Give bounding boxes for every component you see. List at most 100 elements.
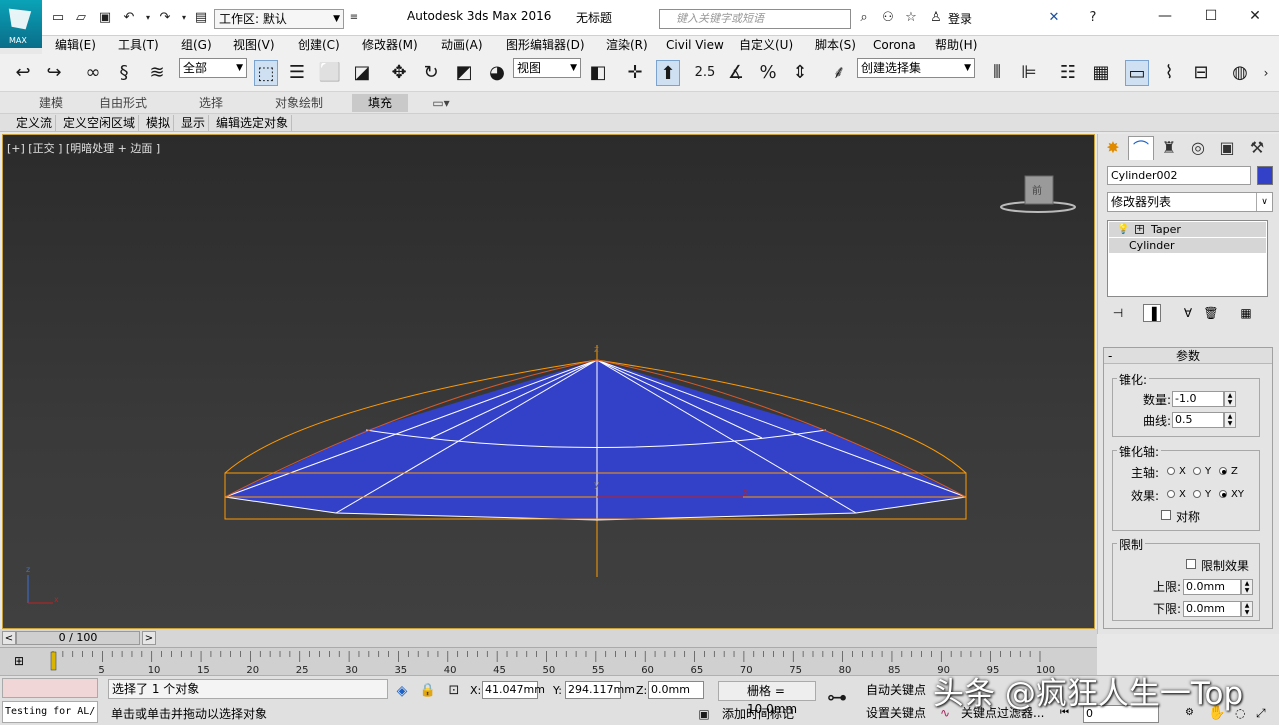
make-unique-icon[interactable]: ∀ — [1179, 304, 1197, 322]
configure-modifier-sets-icon[interactable]: ▦ — [1237, 304, 1255, 322]
effect-x-radio[interactable] — [1167, 490, 1175, 498]
motion-tab-icon[interactable]: ◎ — [1185, 136, 1211, 160]
set-key-button[interactable]: 设置关键点 — [866, 703, 926, 723]
layer-manager-icon[interactable]: ▦ — [1089, 60, 1113, 86]
ribbon-tab-populate[interactable]: 填充 — [352, 94, 408, 112]
auto-key-button[interactable]: 自动关键点 — [866, 680, 926, 700]
user-icon[interactable]: ♙ — [928, 10, 944, 26]
minimize-button[interactable]: — — [1143, 6, 1187, 26]
undo-icon[interactable]: ↶ — [121, 10, 137, 26]
menu-modifiers[interactable]: 修改器(M) — [362, 36, 418, 54]
modifier-list-select[interactable]: 修改器列表 ∨ — [1107, 192, 1273, 212]
menu-graph-editors[interactable]: 图形编辑器(D) — [506, 36, 585, 54]
curve-spinner[interactable]: 0.5 ▲ ▼ — [1172, 412, 1236, 428]
select-and-move-icon[interactable]: ✥ — [387, 60, 411, 86]
stack-item-taper[interactable]: 💡 + Taper — [1109, 222, 1266, 237]
spinner-arrows-icon[interactable]: ▲ ▼ — [1224, 391, 1236, 407]
redo-icon[interactable]: ↪ — [42, 60, 66, 86]
favorites-star-icon[interactable]: ☆ — [903, 10, 919, 26]
spinner-arrows-icon[interactable]: ▲ ▼ — [1241, 579, 1253, 595]
next-frame-arrow-icon[interactable]: > — [142, 631, 156, 645]
help-search-input[interactable]: 键入关键字或短语 — [659, 9, 851, 29]
spinner-arrows-icon[interactable]: ▲ ▼ — [1224, 412, 1236, 428]
viewport-canvas[interactable]: x z y 前 z x — [3, 135, 1095, 629]
limit-effect-checkbox[interactable] — [1186, 559, 1196, 569]
create-tab-icon[interactable]: ✸ — [1100, 136, 1126, 160]
menu-views[interactable]: 视图(V) — [233, 36, 275, 54]
menu-scripting[interactable]: 脚本(S) — [815, 36, 856, 54]
undo-dropdown-icon[interactable]: ▾ — [140, 10, 156, 26]
panel-define-idle-areas[interactable]: 定义空闲区域 — [60, 115, 140, 131]
menu-create[interactable]: 创建(C) — [298, 36, 340, 54]
curve-editor-icon[interactable]: ⌇ — [1157, 60, 1181, 86]
effect-y-radio[interactable] — [1193, 490, 1201, 498]
panel-display[interactable]: 显示 — [178, 115, 210, 131]
select-object-icon[interactable]: ⬚ — [254, 60, 278, 86]
angle-snap-icon[interactable]: ∡ — [724, 60, 748, 86]
select-and-scale-icon[interactable]: ◩ — [452, 60, 476, 86]
panel-edit-selected[interactable]: 编辑选定对象 — [213, 115, 293, 131]
current-frame-marker[interactable] — [50, 651, 57, 671]
ribbon-tab-modeling[interactable]: 建模 — [26, 94, 76, 112]
amount-spinner[interactable]: -1.0 ▲ ▼ — [1172, 391, 1236, 407]
ribbon-tab-selection[interactable]: 选择 — [187, 94, 235, 112]
ribbon-tab-object-paint[interactable]: 对象绘制 — [265, 94, 333, 112]
menu-rendering[interactable]: 渲染(R) — [606, 36, 648, 54]
reference-coordinate-select[interactable]: 视图 ▼ — [513, 58, 581, 78]
set-key-icon[interactable]: ⊶ — [825, 684, 849, 710]
select-manipulate-icon[interactable]: ✛ — [623, 60, 647, 86]
schematic-view-icon[interactable]: ⊟ — [1189, 60, 1213, 86]
align-icon[interactable]: ⊫ — [1017, 60, 1041, 86]
app-logo-button[interactable]: MAX — [0, 0, 42, 48]
front-viewport[interactable]: x z y 前 z x [+] [正交 ] [明暗处理 + 边面 ] — [2, 134, 1095, 629]
spinner-arrows-icon[interactable]: ▲ ▼ — [1241, 601, 1253, 617]
open-mini-curve-editor-icon[interactable]: ⊞ — [14, 654, 24, 668]
workspace-select[interactable]: 工作区: 默认 ▼ — [214, 9, 344, 29]
ribbon-options-icon[interactable]: ▭▾ — [428, 94, 454, 112]
menu-civil-view[interactable]: Civil View — [666, 36, 724, 54]
y-coord-field[interactable]: 294.117mm — [565, 681, 635, 699]
new-file-icon[interactable]: ▭ — [50, 10, 66, 26]
window-crossing-icon[interactable]: ◪ — [350, 60, 374, 86]
spinner-snap-icon[interactable]: ⇕ — [788, 60, 812, 86]
snaps-toggle-icon[interactable]: 2.5 — [693, 60, 717, 86]
ribbon-tab-freeform[interactable]: 自由形式 — [90, 94, 156, 112]
mirror-icon[interactable]: ⫴ — [985, 60, 1009, 86]
panel-define-flows[interactable]: 定义流 — [13, 115, 57, 131]
close-button[interactable]: ✕ — [1233, 6, 1277, 26]
maxscript-listener-input[interactable]: Testing for AL/ — [2, 701, 98, 723]
time-tag-icon[interactable]: ▣ — [694, 704, 714, 724]
primary-z-radio[interactable] — [1219, 467, 1227, 475]
symmetry-checkbox[interactable] — [1161, 510, 1171, 520]
exchange-apps-icon[interactable]: ✕ — [1046, 10, 1062, 26]
menu-animation[interactable]: 动画(A) — [441, 36, 483, 54]
stack-item-cylinder[interactable]: Cylinder — [1109, 238, 1266, 253]
project-folder-icon[interactable]: ▤ — [193, 10, 209, 26]
effect-xy-radio[interactable] — [1219, 490, 1227, 498]
quick-access-menu-icon[interactable]: ≡ — [346, 10, 362, 26]
show-end-result-icon[interactable]: ▐ — [1143, 304, 1161, 322]
maximize-button[interactable]: ☐ — [1189, 6, 1233, 26]
pin-stack-icon[interactable]: ⊣ — [1109, 304, 1127, 322]
ribbon-toggle-icon[interactable]: ▭ — [1125, 60, 1149, 86]
maxscript-listener-output[interactable] — [2, 678, 98, 698]
hierarchy-tab-icon[interactable]: ♜ — [1156, 136, 1182, 160]
prev-frame-arrow-icon[interactable]: < — [2, 631, 16, 645]
modify-tab-icon[interactable]: ⌒ — [1128, 136, 1154, 160]
percent-snap-icon[interactable]: % — [756, 60, 780, 86]
select-by-name-icon[interactable]: ☰ — [285, 60, 309, 86]
isolate-selection-icon[interactable]: ◈ — [390, 678, 414, 704]
lower-limit-spinner[interactable]: 0.0mm ▲ ▼ — [1183, 601, 1253, 617]
x-coord-field[interactable]: 41.047mm — [482, 681, 545, 699]
display-tab-icon[interactable]: ▣ — [1214, 136, 1240, 160]
time-slider[interactable]: < 0 / 100 > — [0, 629, 1097, 647]
unlink-icon[interactable]: § — [112, 60, 136, 86]
menu-customize[interactable]: 自定义(U) — [739, 36, 793, 54]
modifier-stack[interactable]: 💡 + Taper Cylinder — [1107, 220, 1268, 297]
upper-limit-spinner[interactable]: 0.0mm ▲ ▼ — [1183, 579, 1253, 595]
save-file-icon[interactable]: ▣ — [97, 10, 113, 26]
help-icon[interactable]: ? — [1085, 10, 1101, 26]
menu-help[interactable]: 帮助(H) — [935, 36, 977, 54]
select-and-rotate-icon[interactable]: ↻ — [419, 60, 443, 86]
bind-to-space-warp-icon[interactable]: ≋ — [145, 60, 169, 86]
